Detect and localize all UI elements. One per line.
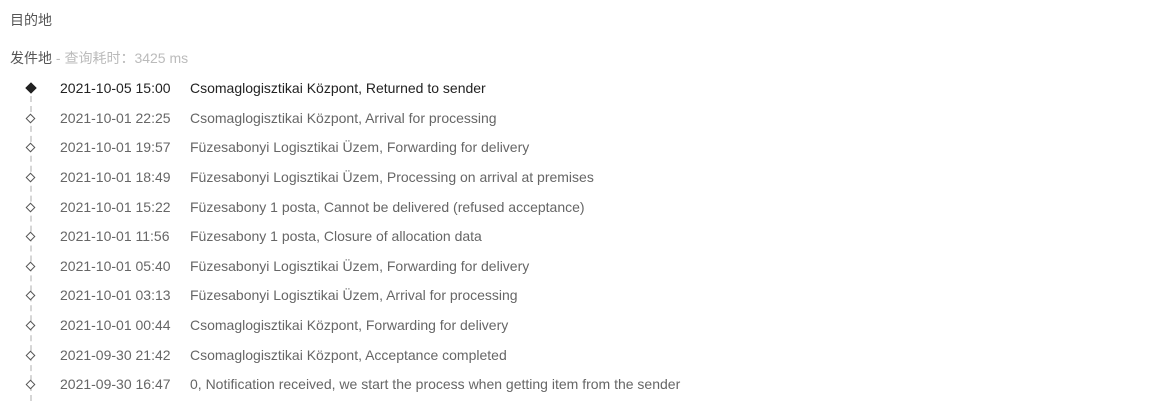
event-time: 2021-09-30 21:42 xyxy=(60,347,171,363)
timeline-event-earliest: 2021-09-30 16:47 0, Notification receive… xyxy=(0,376,1174,396)
diamond-outline-icon xyxy=(25,350,36,361)
event-description: 0, Notification received, we start the p… xyxy=(190,376,681,392)
timeline-event: 2021-10-01 19:57 Füzesabonyi Logisztikai… xyxy=(0,139,1174,159)
timeline-event: 2021-10-01 22:25 Csomaglogisztikai Közpo… xyxy=(0,110,1174,130)
diamond-filled-icon xyxy=(25,82,37,94)
diamond-outline-icon xyxy=(25,320,36,331)
timeline-event: 2021-10-01 00:44 Csomaglogisztikai Közpo… xyxy=(0,317,1174,337)
event-time: 2021-10-01 03:13 xyxy=(60,287,171,303)
event-time: 2021-10-01 05:40 xyxy=(60,258,171,274)
diamond-outline-icon xyxy=(25,290,36,301)
timeline-event: 2021-10-01 05:40 Füzesabonyi Logisztikai… xyxy=(0,258,1174,278)
diamond-outline-icon xyxy=(25,231,36,242)
timeline-event: 2021-09-30 21:42 Csomaglogisztikai Közpo… xyxy=(0,347,1174,367)
event-time: 2021-10-05 15:00 xyxy=(60,80,171,96)
origin-line: 发件地 - 查询耗时：3425 ms xyxy=(10,48,188,68)
diamond-outline-icon xyxy=(25,202,36,213)
timeline-event: 2021-10-01 11:56 Füzesabony 1 posta, Clo… xyxy=(0,228,1174,248)
timeline-event: 2021-10-01 03:13 Füzesabonyi Logisztikai… xyxy=(0,287,1174,307)
event-time: 2021-10-01 19:57 xyxy=(60,139,171,155)
diamond-outline-icon xyxy=(25,379,36,390)
event-time: 2021-10-01 18:49 xyxy=(60,169,171,185)
event-description: Csomaglogisztikai Központ, Returned to s… xyxy=(190,80,486,96)
diamond-outline-icon xyxy=(25,113,36,124)
event-time: 2021-09-30 16:47 xyxy=(60,376,171,392)
diamond-outline-icon xyxy=(25,261,36,272)
event-description: Füzesabony 1 posta, Cannot be delivered … xyxy=(190,199,585,215)
event-description: Füzesabonyi Logisztikai Üzem, Forwarding… xyxy=(190,139,530,155)
timeline-event-latest: 2021-10-05 15:00 Csomaglogisztikai Közpo… xyxy=(0,80,1174,100)
tracking-timeline: 2021-10-05 15:00 Csomaglogisztikai Közpo… xyxy=(0,74,1174,401)
event-description: Csomaglogisztikai Központ, Arrival for p… xyxy=(190,110,497,126)
diamond-outline-icon xyxy=(25,172,36,183)
timeline-event: 2021-10-01 18:49 Füzesabonyi Logisztikai… xyxy=(0,169,1174,189)
timeline-event: 2021-10-01 15:22 Füzesabony 1 posta, Can… xyxy=(0,199,1174,219)
event-time: 2021-10-01 22:25 xyxy=(60,110,171,126)
query-time-label: 查询耗时： xyxy=(64,50,135,66)
origin-separator: - xyxy=(52,50,65,66)
event-description: Füzesabonyi Logisztikai Üzem, Forwarding… xyxy=(190,258,530,274)
query-time-value: 3425 ms xyxy=(134,50,189,66)
event-time: 2021-10-01 11:56 xyxy=(60,228,170,244)
event-description: Füzesabony 1 posta, Closure of allocatio… xyxy=(190,228,482,244)
event-description: Csomaglogisztikai Központ, Acceptance co… xyxy=(190,347,507,363)
event-description: Füzesabonyi Logisztikai Üzem, Arrival fo… xyxy=(190,287,518,303)
event-description: Csomaglogisztikai Központ, Forwarding fo… xyxy=(190,317,509,333)
destination-label: 目的地 xyxy=(10,12,52,28)
diamond-outline-icon xyxy=(25,142,36,153)
event-time: 2021-10-01 00:44 xyxy=(60,317,171,333)
origin-label: 发件地 xyxy=(10,50,52,66)
event-time: 2021-10-01 15:22 xyxy=(60,199,171,215)
event-description: Füzesabonyi Logisztikai Üzem, Processing… xyxy=(190,169,594,185)
